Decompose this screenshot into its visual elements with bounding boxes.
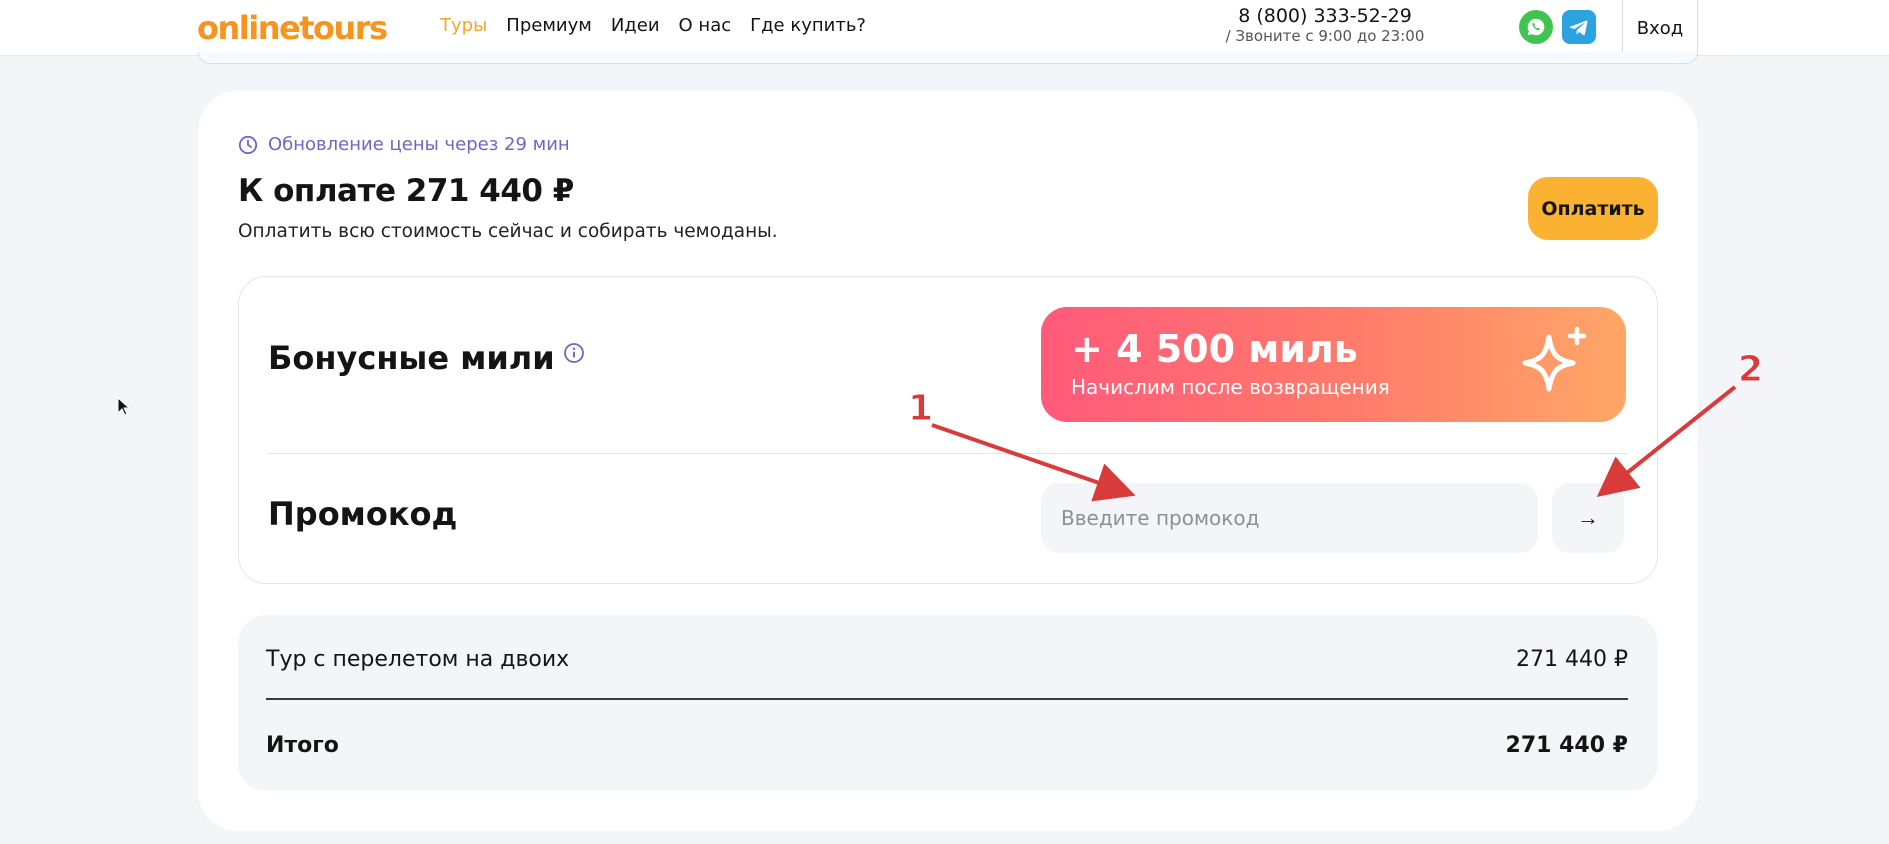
nav-item-premium[interactable]: Премиум (506, 14, 592, 38)
summary-item-price: 271 440 ₽ (1516, 647, 1628, 672)
summary-total-label: Итого (266, 733, 339, 758)
summary-divider (266, 698, 1628, 700)
price-update-notice: Обновление цены через 29 мин (238, 134, 570, 155)
annotation-label-2: 2 (1738, 349, 1763, 390)
bonus-miles-banner: + 4 500 миль Начислим после возвращения (1041, 307, 1626, 422)
payment-card: Обновление цены через 29 мин К оплате 27… (198, 91, 1698, 831)
miles-note: Начислим после возвращения (1071, 375, 1390, 399)
login-button[interactable]: Вход (1622, 0, 1698, 56)
previous-card-edge (198, 52, 1698, 64)
mouse-cursor-icon (117, 397, 131, 416)
bonus-miles-title: Бонусные мили (268, 339, 555, 377)
nav-item-tours[interactable]: Туры (440, 14, 487, 38)
price-update-text: Обновление цены через 29 мин (268, 134, 570, 155)
miles-amount: + 4 500 миль (1071, 327, 1358, 371)
logo[interactable]: onlinetours (197, 8, 388, 48)
summary-total-price: 271 440 ₽ (1505, 733, 1628, 758)
clock-icon (238, 135, 258, 154)
summary-item-row: Тур с перелетом на двоих 271 440 ₽ (266, 646, 1628, 674)
bonus-promo-panel: Бонусные мили + 4 500 миль Начислим посл… (238, 276, 1658, 584)
nav-item-ideas[interactable]: Идеи (611, 14, 660, 38)
telegram-icon[interactable] (1562, 10, 1596, 44)
info-icon[interactable] (563, 342, 585, 364)
sparkle-icon (1522, 326, 1587, 392)
summary-item-label: Тур с перелетом на двоих (266, 647, 570, 672)
pay-button[interactable]: Оплатить (1528, 177, 1658, 240)
bonus-miles-heading: Бонусные мили (268, 339, 585, 377)
main-nav: Туры Премиум Идеи О нас Где купить? (440, 14, 866, 38)
summary-total-row: Итого 271 440 ₽ (266, 732, 1628, 760)
promo-code-input[interactable] (1041, 483, 1538, 553)
phone-number[interactable]: 8 (800) 333-52-29 (1210, 6, 1440, 26)
panel-divider (268, 453, 1628, 454)
site-header: onlinetours Туры Премиум Идеи О нас Где … (0, 0, 1889, 65)
promo-submit-button[interactable]: → (1552, 483, 1624, 553)
nav-item-about[interactable]: О нас (679, 14, 732, 38)
whatsapp-icon[interactable] (1519, 10, 1553, 44)
order-summary: Тур с перелетом на двоих 271 440 ₽ Итого… (238, 615, 1658, 791)
nav-item-where-to-buy[interactable]: Где купить? (750, 14, 866, 38)
promo-code-title: Промокод (268, 495, 458, 533)
amount-due-title: К оплате 271 440 ₽ (238, 173, 574, 209)
amount-due-subtitle: Оплатить всю стоимость сейчас и собирать… (238, 221, 778, 242)
